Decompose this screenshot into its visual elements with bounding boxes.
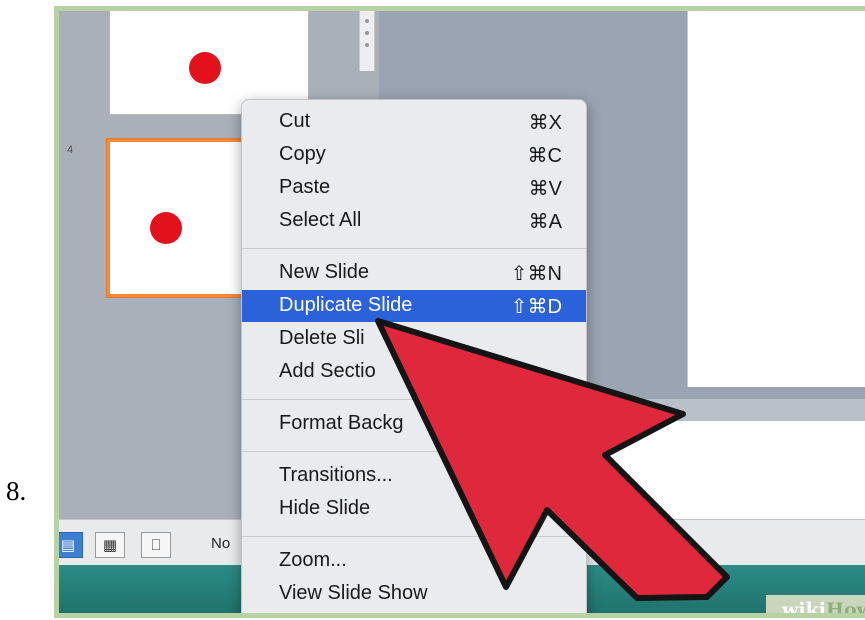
screenshot-frame: 4 ▤ ▦ ⎕ No wikiHow Cut ⌘X Copy ⌘C Paste … [54, 6, 865, 618]
pointer-arrow-icon [375, 318, 730, 601]
step-number: 8. [6, 476, 27, 506]
